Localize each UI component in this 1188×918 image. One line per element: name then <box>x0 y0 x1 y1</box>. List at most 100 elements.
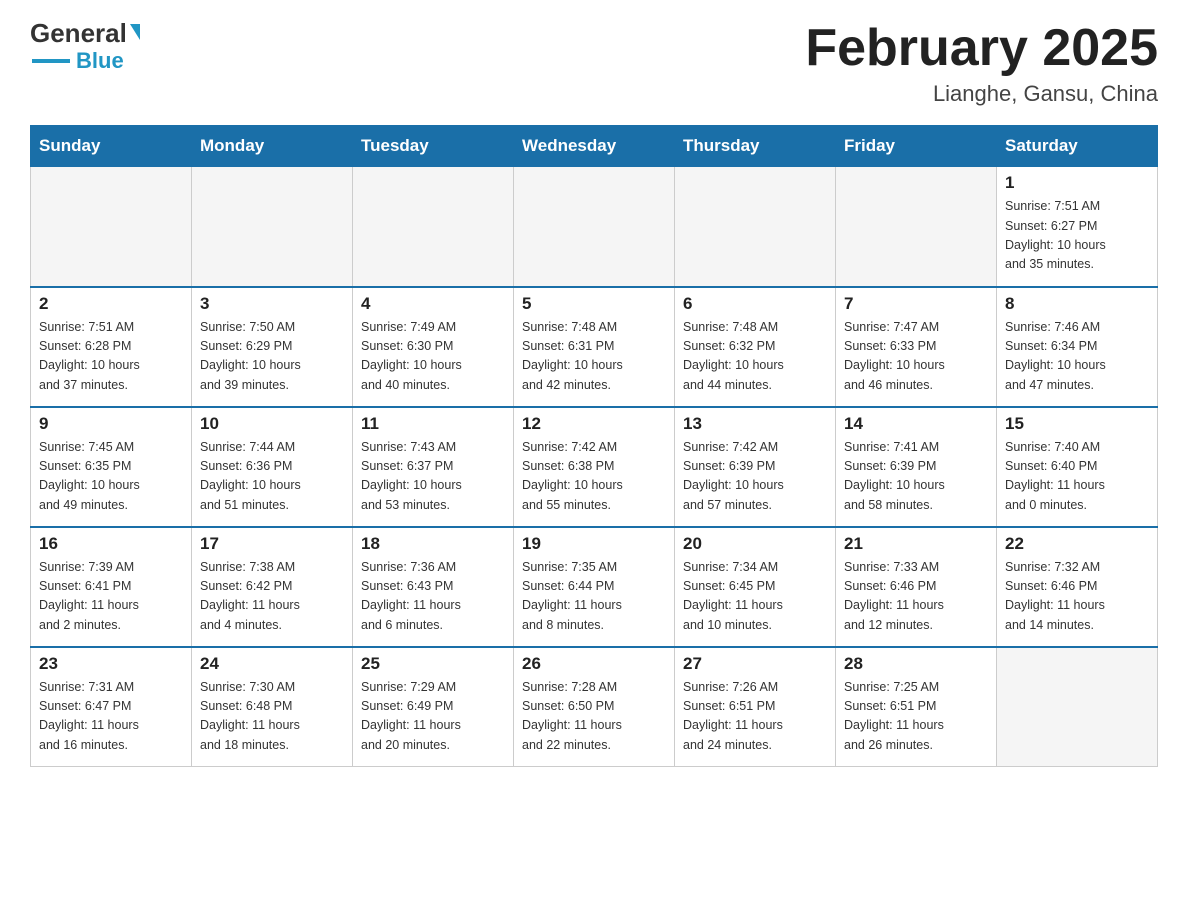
calendar-cell <box>31 167 192 287</box>
day-info: Sunrise: 7:30 AM Sunset: 6:48 PM Dayligh… <box>200 678 344 756</box>
calendar-cell: 14 Sunrise: 7:41 AM Sunset: 6:39 PM Dayli… <box>836 407 997 527</box>
day-info: Sunrise: 7:48 AM Sunset: 6:32 PM Dayligh… <box>683 318 827 396</box>
weekday-header-tuesday: Tuesday <box>353 126 514 167</box>
day-number: 18 <box>361 534 505 554</box>
day-number: 17 <box>200 534 344 554</box>
day-number: 19 <box>522 534 666 554</box>
title-area: February 2025 Lianghe, Gansu, China <box>805 20 1158 107</box>
calendar-cell: 13 Sunrise: 7:42 AM Sunset: 6:39 PM Dayli… <box>675 407 836 527</box>
calendar-cell <box>836 167 997 287</box>
calendar-cell: 26 Sunrise: 7:28 AM Sunset: 6:50 PM Dayli… <box>514 647 675 767</box>
day-info: Sunrise: 7:31 AM Sunset: 6:47 PM Dayligh… <box>39 678 183 756</box>
calendar-cell: 1Sunrise: 7:51 AM Sunset: 6:27 PM Daylig… <box>997 167 1158 287</box>
day-info: Sunrise: 7:46 AM Sunset: 6:34 PM Dayligh… <box>1005 318 1149 396</box>
calendar-cell: 17 Sunrise: 7:38 AM Sunset: 6:42 PM Dayli… <box>192 527 353 647</box>
day-info: Sunrise: 7:39 AM Sunset: 6:41 PM Dayligh… <box>39 558 183 636</box>
day-info: Sunrise: 7:51 AM Sunset: 6:28 PM Dayligh… <box>39 318 183 396</box>
day-info: Sunrise: 7:40 AM Sunset: 6:40 PM Dayligh… <box>1005 438 1149 516</box>
calendar-cell: 25 Sunrise: 7:29 AM Sunset: 6:49 PM Dayli… <box>353 647 514 767</box>
day-number: 3 <box>200 294 344 314</box>
weekday-header-monday: Monday <box>192 126 353 167</box>
logo-bar <box>32 59 70 63</box>
weekday-header-wednesday: Wednesday <box>514 126 675 167</box>
day-info: Sunrise: 7:42 AM Sunset: 6:39 PM Dayligh… <box>683 438 827 516</box>
calendar-cell: 4Sunrise: 7:49 AM Sunset: 6:30 PM Daylig… <box>353 287 514 407</box>
day-info: Sunrise: 7:41 AM Sunset: 6:39 PM Dayligh… <box>844 438 988 516</box>
calendar-cell <box>353 167 514 287</box>
day-info: Sunrise: 7:36 AM Sunset: 6:43 PM Dayligh… <box>361 558 505 636</box>
day-info: Sunrise: 7:25 AM Sunset: 6:51 PM Dayligh… <box>844 678 988 756</box>
calendar-week-row: 23 Sunrise: 7:31 AM Sunset: 6:47 PM Dayli… <box>31 647 1158 767</box>
calendar-cell: 8 Sunrise: 7:46 AM Sunset: 6:34 PM Daylig… <box>997 287 1158 407</box>
day-number: 12 <box>522 414 666 434</box>
day-number: 8 <box>1005 294 1149 314</box>
day-number: 9 <box>39 414 183 434</box>
day-number: 25 <box>361 654 505 674</box>
logo: General Blue <box>30 20 140 74</box>
day-number: 15 <box>1005 414 1149 434</box>
day-number: 21 <box>844 534 988 554</box>
day-number: 22 <box>1005 534 1149 554</box>
day-info: Sunrise: 7:28 AM Sunset: 6:50 PM Dayligh… <box>522 678 666 756</box>
calendar-cell <box>514 167 675 287</box>
calendar-cell: 27Sunrise: 7:26 AM Sunset: 6:51 PM Dayli… <box>675 647 836 767</box>
page-header: General Blue February 2025 Lianghe, Gans… <box>30 20 1158 107</box>
calendar-cell: 6Sunrise: 7:48 AM Sunset: 6:32 PM Daylig… <box>675 287 836 407</box>
calendar-cell: 22 Sunrise: 7:32 AM Sunset: 6:46 PM Dayli… <box>997 527 1158 647</box>
day-number: 14 <box>844 414 988 434</box>
calendar-cell <box>675 167 836 287</box>
calendar-cell: 12 Sunrise: 7:42 AM Sunset: 6:38 PM Dayli… <box>514 407 675 527</box>
weekday-header-sunday: Sunday <box>31 126 192 167</box>
calendar-cell: 5Sunrise: 7:48 AM Sunset: 6:31 PM Daylig… <box>514 287 675 407</box>
day-info: Sunrise: 7:47 AM Sunset: 6:33 PM Dayligh… <box>844 318 988 396</box>
day-number: 26 <box>522 654 666 674</box>
weekday-header-saturday: Saturday <box>997 126 1158 167</box>
calendar-week-row: 9Sunrise: 7:45 AM Sunset: 6:35 PM Daylig… <box>31 407 1158 527</box>
day-number: 28 <box>844 654 988 674</box>
calendar-cell: 9Sunrise: 7:45 AM Sunset: 6:35 PM Daylig… <box>31 407 192 527</box>
day-info: Sunrise: 7:35 AM Sunset: 6:44 PM Dayligh… <box>522 558 666 636</box>
day-info: Sunrise: 7:51 AM Sunset: 6:27 PM Dayligh… <box>1005 197 1149 275</box>
calendar-week-row: 1Sunrise: 7:51 AM Sunset: 6:27 PM Daylig… <box>31 167 1158 287</box>
calendar-cell: 21 Sunrise: 7:33 AM Sunset: 6:46 PM Dayli… <box>836 527 997 647</box>
calendar-cell: 24 Sunrise: 7:30 AM Sunset: 6:48 PM Dayli… <box>192 647 353 767</box>
calendar-week-row: 2 Sunrise: 7:51 AM Sunset: 6:28 PM Daylig… <box>31 287 1158 407</box>
location-title: Lianghe, Gansu, China <box>805 81 1158 107</box>
calendar-cell <box>192 167 353 287</box>
day-number: 7 <box>844 294 988 314</box>
calendar-cell: 11Sunrise: 7:43 AM Sunset: 6:37 PM Dayli… <box>353 407 514 527</box>
day-info: Sunrise: 7:38 AM Sunset: 6:42 PM Dayligh… <box>200 558 344 636</box>
day-number: 2 <box>39 294 183 314</box>
logo-general-text: General <box>30 20 127 46</box>
day-number: 5 <box>522 294 666 314</box>
day-number: 20 <box>683 534 827 554</box>
day-info: Sunrise: 7:42 AM Sunset: 6:38 PM Dayligh… <box>522 438 666 516</box>
day-number: 24 <box>200 654 344 674</box>
day-number: 10 <box>200 414 344 434</box>
weekday-header-friday: Friday <box>836 126 997 167</box>
calendar-cell: 15 Sunrise: 7:40 AM Sunset: 6:40 PM Dayli… <box>997 407 1158 527</box>
logo-bottom: Blue <box>32 48 124 74</box>
day-info: Sunrise: 7:32 AM Sunset: 6:46 PM Dayligh… <box>1005 558 1149 636</box>
logo-triangle-icon <box>130 24 140 40</box>
logo-general: General <box>30 20 140 46</box>
day-number: 23 <box>39 654 183 674</box>
calendar-cell: 2 Sunrise: 7:51 AM Sunset: 6:28 PM Daylig… <box>31 287 192 407</box>
calendar-cell: 20Sunrise: 7:34 AM Sunset: 6:45 PM Dayli… <box>675 527 836 647</box>
calendar-cell: 7 Sunrise: 7:47 AM Sunset: 6:33 PM Daylig… <box>836 287 997 407</box>
day-number: 4 <box>361 294 505 314</box>
calendar-cell: 18 Sunrise: 7:36 AM Sunset: 6:43 PM Dayli… <box>353 527 514 647</box>
calendar-cell: 19 Sunrise: 7:35 AM Sunset: 6:44 PM Dayli… <box>514 527 675 647</box>
calendar-cell: 3 Sunrise: 7:50 AM Sunset: 6:29 PM Daylig… <box>192 287 353 407</box>
day-info: Sunrise: 7:26 AM Sunset: 6:51 PM Dayligh… <box>683 678 827 756</box>
day-info: Sunrise: 7:29 AM Sunset: 6:49 PM Dayligh… <box>361 678 505 756</box>
day-info: Sunrise: 7:50 AM Sunset: 6:29 PM Dayligh… <box>200 318 344 396</box>
day-info: Sunrise: 7:44 AM Sunset: 6:36 PM Dayligh… <box>200 438 344 516</box>
day-number: 13 <box>683 414 827 434</box>
day-info: Sunrise: 7:33 AM Sunset: 6:46 PM Dayligh… <box>844 558 988 636</box>
calendar-cell: 23 Sunrise: 7:31 AM Sunset: 6:47 PM Dayli… <box>31 647 192 767</box>
calendar-cell: 10 Sunrise: 7:44 AM Sunset: 6:36 PM Dayli… <box>192 407 353 527</box>
calendar-cell <box>997 647 1158 767</box>
month-title: February 2025 <box>805 20 1158 77</box>
calendar-week-row: 16Sunrise: 7:39 AM Sunset: 6:41 PM Dayli… <box>31 527 1158 647</box>
